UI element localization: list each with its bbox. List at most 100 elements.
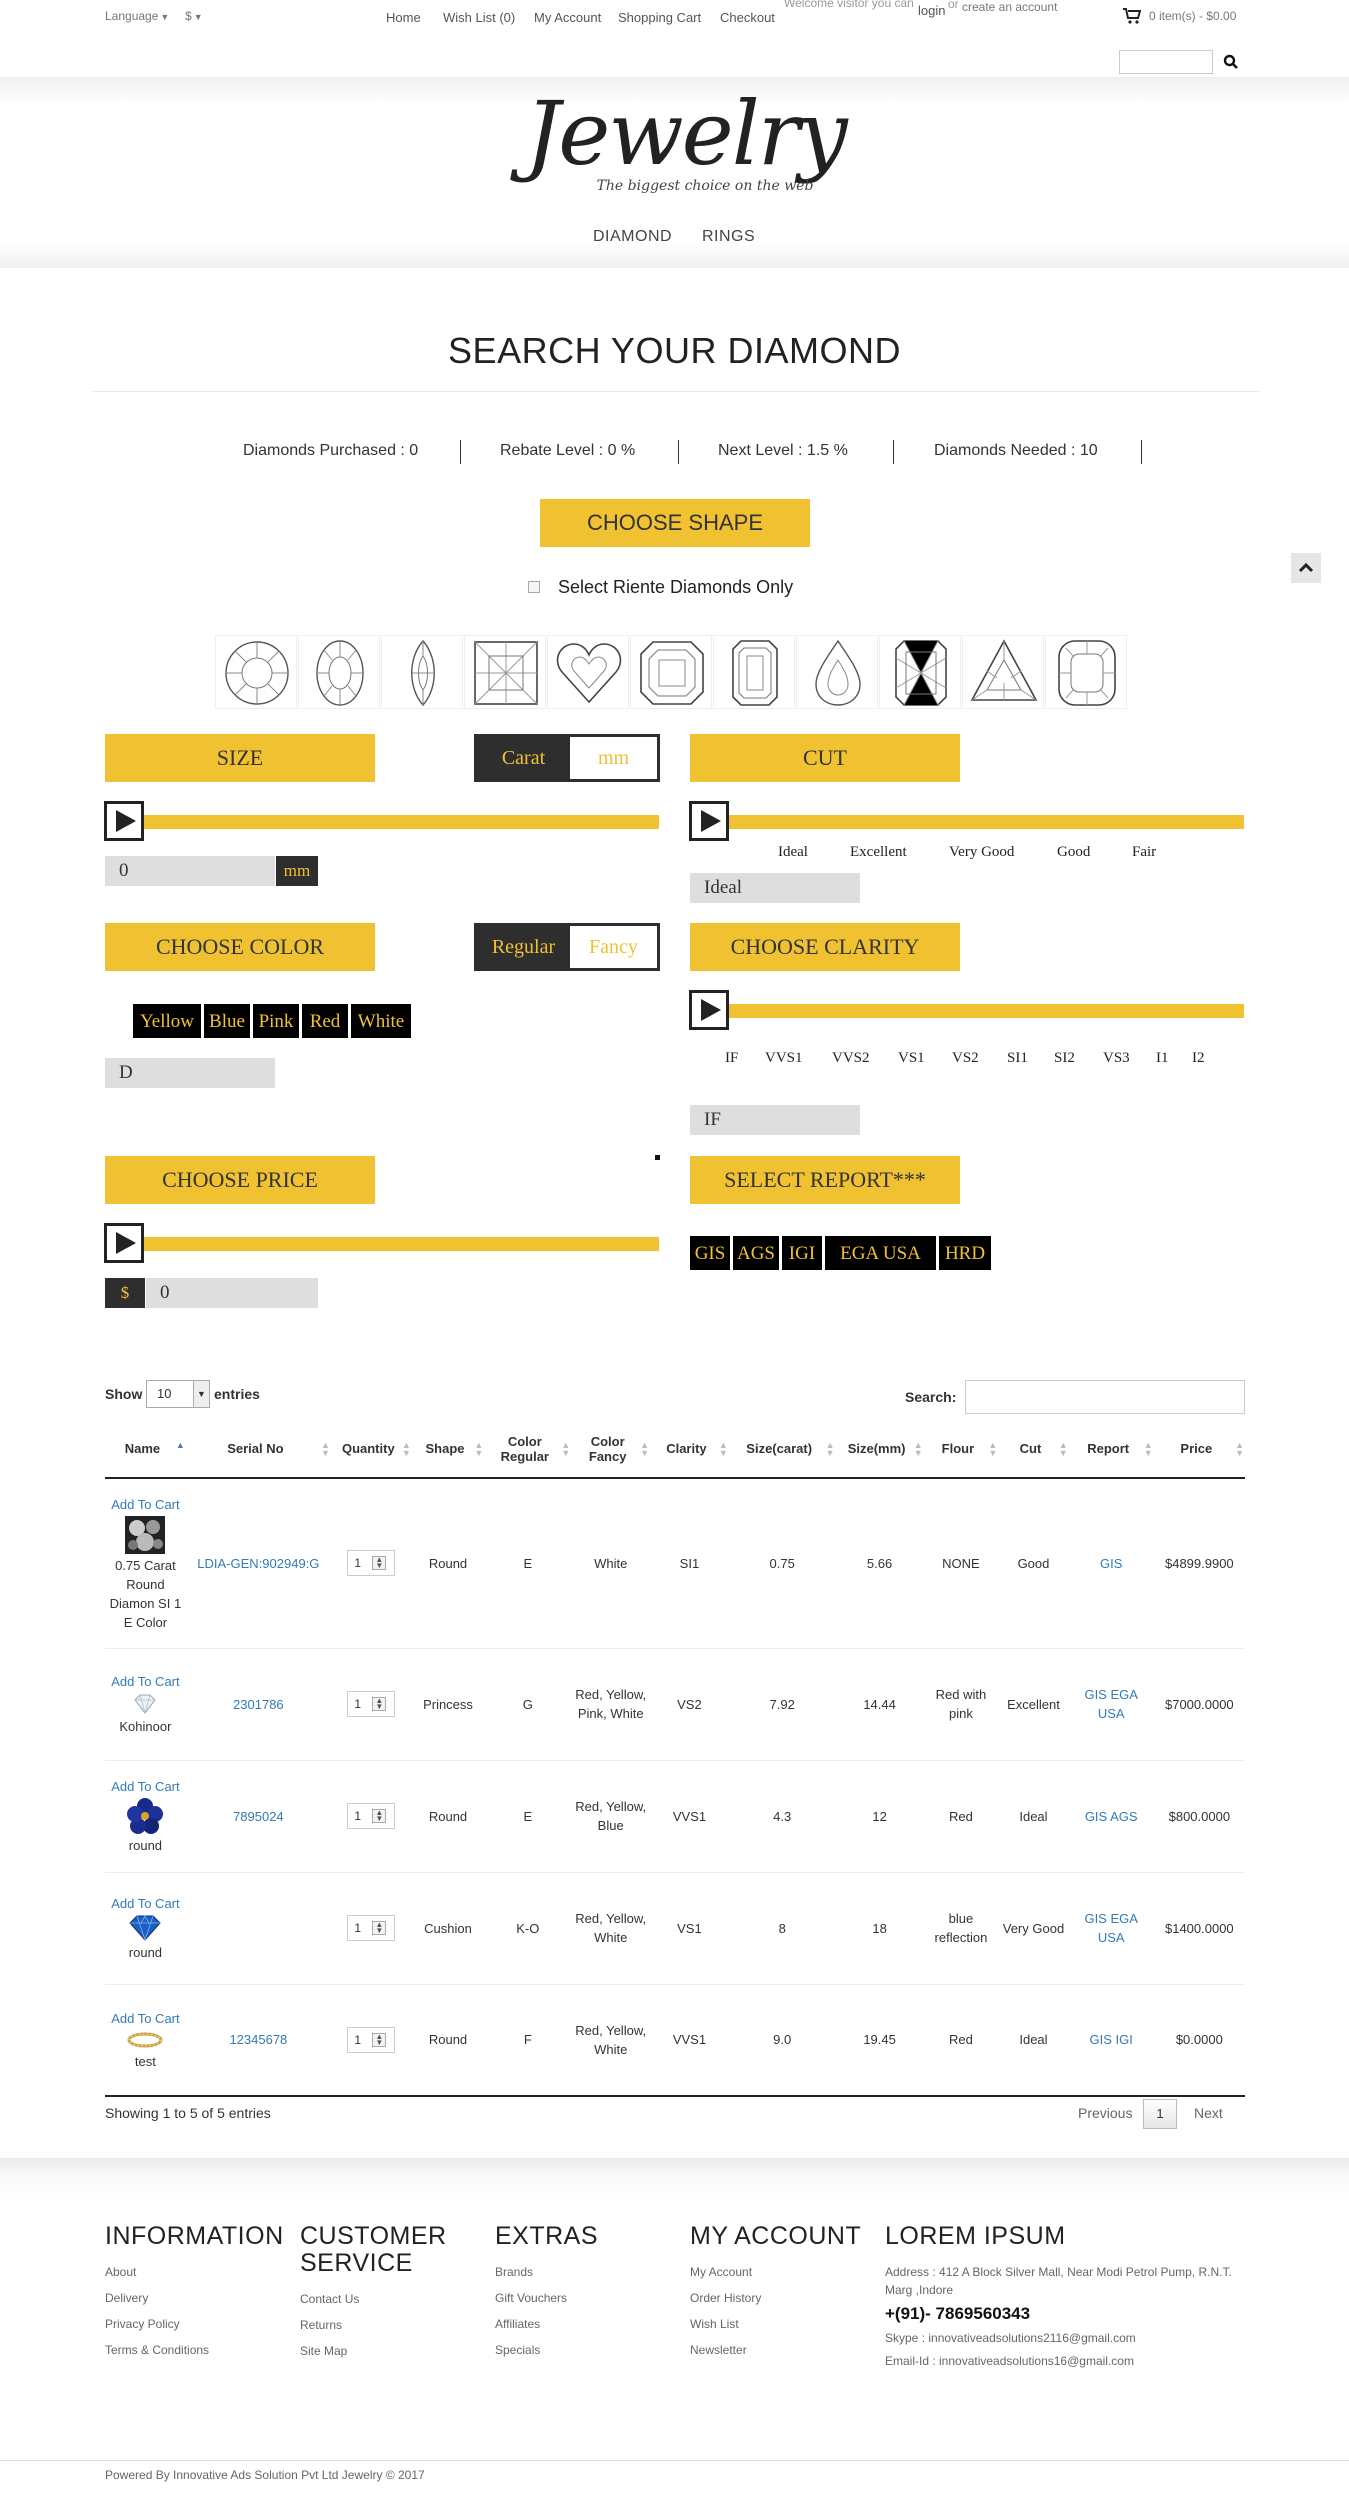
next-button[interactable]: Next [1194,2105,1223,2121]
color-chip-red[interactable]: Red [301,1003,349,1039]
quantity-stepper[interactable]: 1 ▲ ▼ [347,1691,396,1717]
report-chip-igi[interactable]: IGI [781,1235,823,1271]
shape-marquise[interactable] [381,635,463,709]
report-cell[interactable]: GIS EGA USA [1068,1648,1154,1761]
quantity-stepper[interactable]: 1 ▲ ▼ [347,1550,396,1577]
report-chip-ags[interactable]: AGS [732,1235,780,1271]
nav-checkout-link[interactable]: Checkout [720,10,775,25]
riente-checkbox[interactable] [528,581,540,593]
stepper-arrows-icon[interactable]: ▲ ▼ [372,1556,387,1571]
footer-link[interactable]: My Account [690,2265,752,2279]
toggle-carat[interactable]: Carat [477,737,570,779]
toggle-regular[interactable]: Regular [477,926,570,968]
page-1-button[interactable]: 1 [1143,2099,1177,2129]
column-header-report[interactable]: Report ▲ ▼ [1068,1420,1154,1479]
quantity-stepper[interactable]: 1 ▲ ▼ [347,1915,396,1941]
footer-link[interactable]: Terms & Conditions [105,2343,209,2357]
price-slider-track[interactable] [105,1237,659,1251]
footer-link[interactable]: Gift Vouchers [495,2291,567,2305]
color-type-toggle[interactable]: Regular Fancy [474,923,660,971]
add-to-cart-link[interactable]: Add To Cart [108,1495,183,1514]
create-account-link[interactable]: create an account [962,0,1057,14]
cut-slider-track[interactable] [690,815,1244,829]
column-header-clarity[interactable]: Clarity ▲ ▼ [650,1420,729,1479]
choose-shape-button[interactable]: CHOOSE SHAPE [540,499,810,547]
footer-link[interactable]: Privacy Policy [105,2317,180,2331]
shape-cushion[interactable] [1045,635,1127,709]
site-logo[interactable]: Jewelry The biggest choice on the web [525,90,848,205]
header-search-input[interactable] [1119,50,1213,74]
toggle-fancy[interactable]: Fancy [570,926,657,968]
size-slider-handle[interactable] [104,801,144,841]
column-header-shape[interactable]: Shape ▲ ▼ [411,1420,485,1479]
footer-link[interactable]: Returns [300,2318,342,2332]
cut-slider-handle[interactable] [689,801,729,841]
column-header-quantity[interactable]: Quantity ▲ ▼ [330,1420,412,1479]
color-chip-yellow[interactable]: Yellow [132,1003,202,1039]
shape-asscher[interactable] [630,635,712,709]
currency-dropdown[interactable]: $ ▼ [185,9,203,23]
column-header-name[interactable]: Name ▲ [105,1420,186,1479]
shape-emerald[interactable] [713,635,795,709]
entries-length-select[interactable]: 10 ▼ [146,1380,210,1408]
column-header-color-regular[interactable]: Color Regular ▲ ▼ [484,1420,572,1479]
column-header-size-mm[interactable]: Size(mm) ▲ ▼ [835,1420,924,1479]
add-to-cart-link[interactable]: Add To Cart [108,1672,183,1691]
shape-pear[interactable] [796,635,878,709]
footer-link[interactable]: Wish List [690,2317,739,2331]
add-to-cart-link[interactable]: Add To Cart [108,2009,183,2028]
nav-my-account-link[interactable]: My Account [534,10,601,25]
footer-link[interactable]: Site Map [300,2344,347,2358]
footer-link[interactable]: Delivery [105,2291,148,2305]
nav-shopping-cart-link[interactable]: Shopping Cart [618,10,701,25]
shape-trillion[interactable] [962,635,1044,709]
column-header-price[interactable]: Price ▲ ▼ [1153,1420,1245,1479]
column-header-size-carat[interactable]: Size(carat) ▲ ▼ [728,1420,836,1479]
serial-cell[interactable]: 2301786 [185,1648,331,1761]
shape-heart[interactable] [547,635,629,709]
footer-link[interactable]: Brands [495,2265,533,2279]
add-to-cart-link[interactable]: Add To Cart [108,1777,183,1796]
nav-wishlist-link[interactable]: Wish List (0) [443,10,515,25]
report-chip-hrd[interactable]: HRD [938,1235,992,1271]
quantity-stepper[interactable]: 1 ▲ ▼ [347,2026,396,2053]
quantity-stepper[interactable]: 1 ▲ ▼ [347,1803,396,1829]
stepper-arrows-icon[interactable]: ▲ ▼ [372,1809,387,1823]
footer-link[interactable]: Contact Us [300,2292,359,2306]
price-slider-handle[interactable] [104,1223,144,1263]
toggle-mm[interactable]: mm [570,737,657,779]
column-header-flour[interactable]: Flour ▲ ▼ [923,1420,999,1479]
column-header-serial[interactable]: Serial No ▲ ▼ [185,1420,331,1479]
serial-cell[interactable]: LDIA-GEN:902949:G [185,1478,331,1649]
shape-radiant[interactable] [879,635,961,709]
size-slider-track[interactable] [105,815,659,829]
color-chip-blue[interactable]: Blue [203,1003,251,1039]
clarity-slider-track[interactable] [690,1004,1244,1018]
shape-princess[interactable] [464,635,546,709]
report-cell[interactable]: GIS IGI [1068,1984,1154,2097]
clarity-slider-handle[interactable] [689,990,729,1030]
language-dropdown[interactable]: Language ▼ [105,9,169,23]
column-header-color-fancy[interactable]: Color Fancy ▲ ▼ [571,1420,651,1479]
stepper-arrows-icon[interactable]: ▲ ▼ [372,1921,387,1935]
login-link[interactable]: login [918,3,945,18]
color-chip-pink[interactable]: Pink [252,1003,300,1039]
nav-diamond[interactable]: DIAMOND [593,228,672,246]
footer-link[interactable]: Order History [690,2291,761,2305]
size-unit-toggle[interactable]: Carat mm [474,734,660,782]
nav-home-link[interactable]: Home [386,10,421,25]
report-cell[interactable]: GIS EGA USA [1068,1872,1154,1985]
column-header-cut[interactable]: Cut ▲ ▼ [998,1420,1069,1479]
previous-button[interactable]: Previous [1078,2105,1132,2121]
footer-link[interactable]: Newsletter [690,2343,747,2357]
footer-link[interactable]: Specials [495,2343,540,2357]
report-cell[interactable]: GIS AGS [1068,1760,1154,1873]
report-chip-gis[interactable]: GIS [689,1235,731,1271]
report-cell[interactable]: GIS [1068,1478,1154,1649]
shape-oval[interactable] [298,635,380,709]
serial-cell[interactable]: 12345678 [185,1984,331,2097]
footer-link[interactable]: About [105,2265,136,2279]
serial-cell[interactable] [185,1872,331,1985]
cart-icon[interactable] [1123,8,1141,24]
add-to-cart-link[interactable]: Add To Cart [108,1894,183,1913]
